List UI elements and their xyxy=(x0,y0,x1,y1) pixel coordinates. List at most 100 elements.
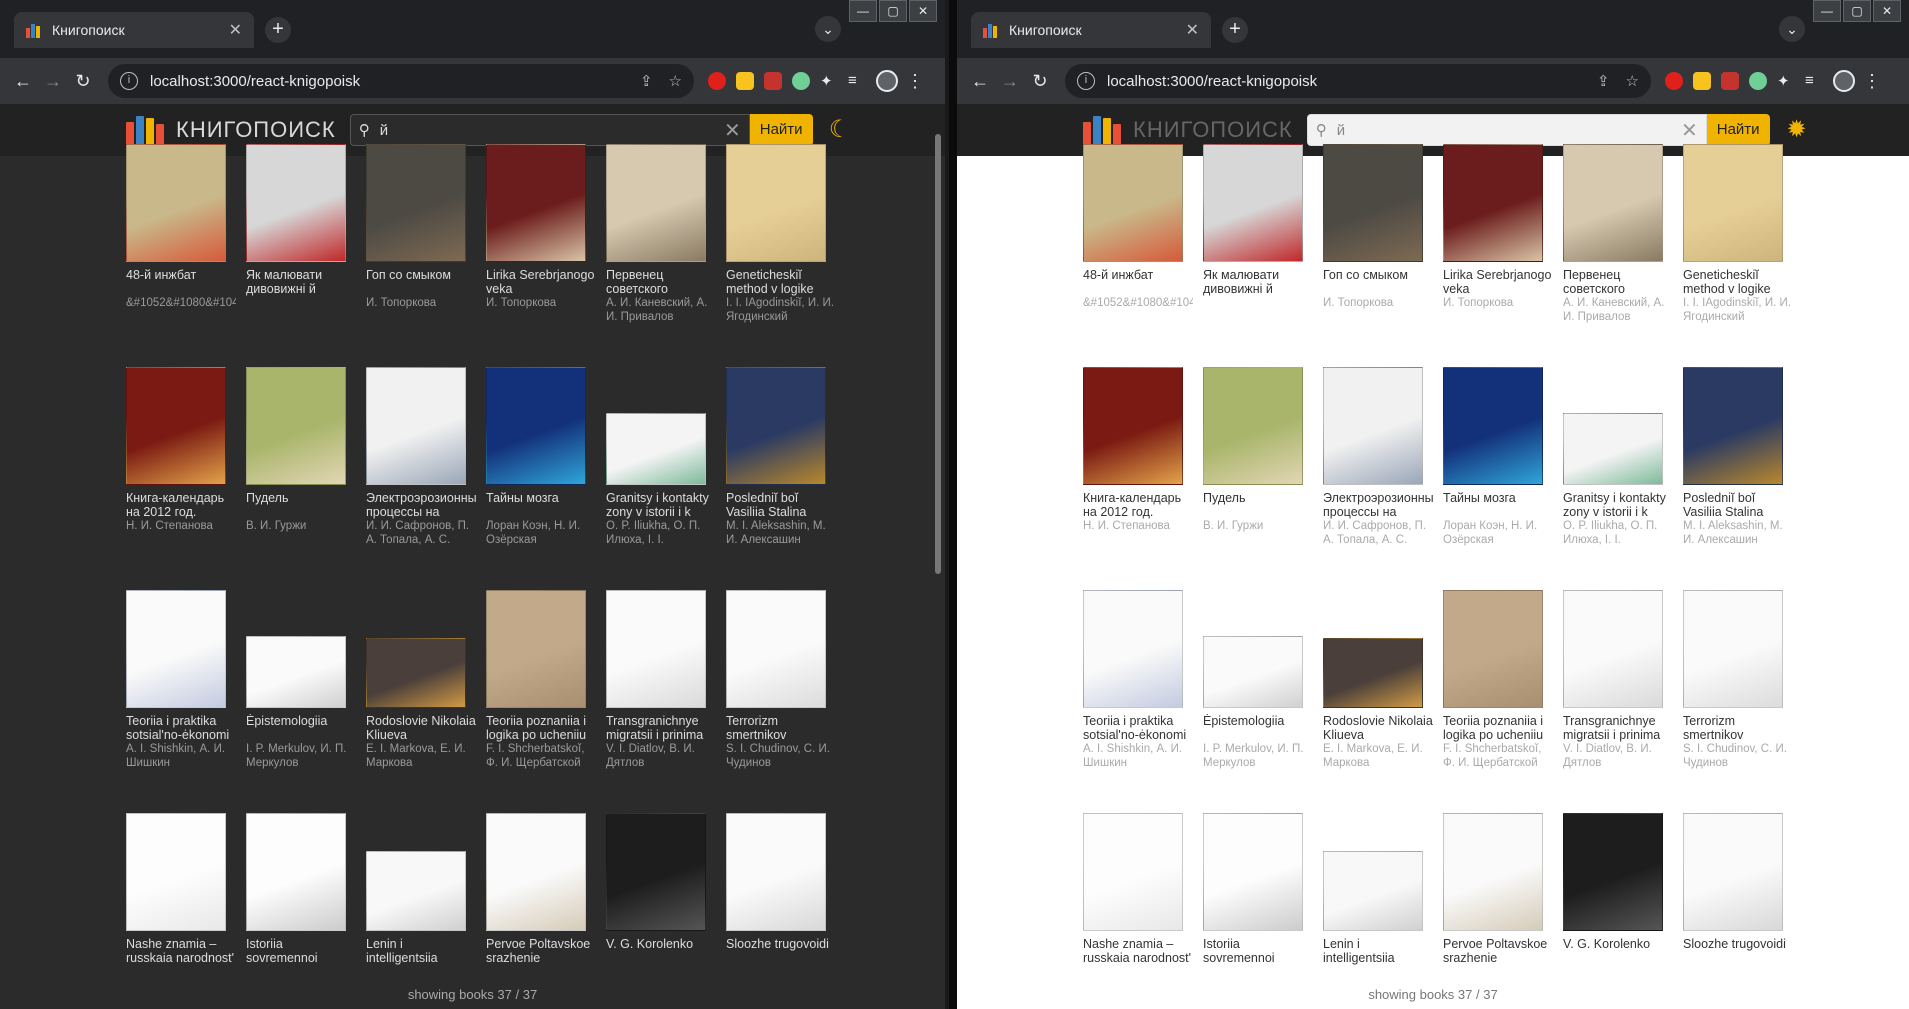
book-cover[interactable] xyxy=(246,144,346,262)
book-cover[interactable] xyxy=(726,367,826,485)
book-title[interactable]: Transgranichnye migratsii i prinima xyxy=(606,714,716,742)
book-card[interactable]: Первенец советского велостроенияА. И. Ка… xyxy=(606,144,716,359)
address-bar[interactable]: i localhost:3000/react-knigopoisk ⇪ ☆ xyxy=(1065,64,1651,98)
book-title[interactable]: Пудель xyxy=(246,491,356,519)
book-cover[interactable] xyxy=(1203,813,1303,931)
book-cover[interactable] xyxy=(1683,144,1783,262)
book-title[interactable]: Гоп со смыком xyxy=(366,268,476,296)
book-title[interactable]: Sloozhe trugovoidi xyxy=(1683,937,1793,965)
book-card[interactable]: Terrorizm smertnikov S. I. Chudinov, С. И… xyxy=(1683,590,1793,805)
book-title[interactable]: Як малювати дивовижні й надзвичайні xyxy=(1203,268,1313,296)
book-card[interactable]: Terrorizm smertnikov S. I. Chudinov, С. И… xyxy=(726,590,836,805)
book-title[interactable]: Пудель xyxy=(1203,491,1313,519)
book-cover[interactable] xyxy=(606,144,706,262)
book-card[interactable]: Teoriia poznaniia i logika po ucheniiu F.… xyxy=(486,590,596,805)
book-card[interactable]: Электроэрозионные процессы на И. И. Сафро… xyxy=(1323,367,1433,582)
book-title[interactable]: Pervoe Poltavskoe srazhenie xyxy=(486,937,596,965)
book-title[interactable]: Rodoslovie Nikolaia Kliueva xyxy=(1323,714,1433,742)
book-cover[interactable] xyxy=(1563,813,1663,931)
sun-icon[interactable]: ✹ xyxy=(1779,113,1814,147)
book-card[interactable]: Sloozhe trugovoidi xyxy=(1683,813,1793,1009)
book-card[interactable]: Istoriia sovremennoi xyxy=(246,813,356,1009)
book-title[interactable]: 48-й инжбат xyxy=(1083,268,1193,296)
address-bar[interactable]: i localhost:3000/react-knigopoisk ⇪ ☆ xyxy=(108,64,694,98)
extension-red-icon[interactable] xyxy=(764,72,782,90)
book-title[interactable]: Первенец советского велостроения xyxy=(606,268,716,296)
book-title[interactable]: Terrorizm smertnikov xyxy=(1683,714,1793,742)
book-cover[interactable] xyxy=(366,144,466,262)
reload-icon[interactable]: ↻ xyxy=(68,71,98,92)
book-title[interactable]: Teoriia poznaniia i logika po ucheniiu xyxy=(1443,714,1553,742)
forward-icon[interactable]: → xyxy=(995,71,1025,92)
book-cover[interactable] xyxy=(246,367,346,485)
book-card[interactable]: Teoriia i praktika sotsial'no-ėkonomi A. … xyxy=(126,590,236,805)
share-icon[interactable]: ⇪ xyxy=(640,72,653,90)
book-title[interactable]: Гоп со смыком xyxy=(1323,268,1433,296)
moon-icon[interactable]: ☾ xyxy=(822,113,857,147)
book-title[interactable]: Тайны мозга xyxy=(1443,491,1553,519)
book-cover[interactable] xyxy=(126,813,226,931)
book-card[interactable]: Rodoslovie Nikolaia Kliueva E. I. Markova… xyxy=(366,590,476,805)
book-card[interactable]: Posledniĭ boĭ Vasiliia Stalina M. I. Alek… xyxy=(726,367,836,582)
book-card[interactable]: Ėpistemologiia I. P. Merkulov, И. П. Мерк… xyxy=(246,590,356,805)
book-cover[interactable] xyxy=(1443,813,1543,931)
new-tab-button[interactable]: + xyxy=(1222,17,1248,43)
book-card[interactable]: Электроэрозионные процессы на И. И. Сафро… xyxy=(366,367,476,582)
book-card[interactable]: Geneticheskiĭ method v logike I. I. IAgod… xyxy=(726,144,836,359)
book-cover[interactable] xyxy=(366,851,466,931)
bookmark-star-icon[interactable]: ☆ xyxy=(1626,72,1639,90)
book-cover[interactable] xyxy=(1683,813,1783,931)
book-cover[interactable] xyxy=(1083,367,1183,485)
book-title[interactable]: Lenin i intelligentsiia xyxy=(1323,937,1433,965)
book-cover[interactable] xyxy=(1563,590,1663,708)
playlist-icon[interactable]: ≡ xyxy=(1805,72,1823,90)
book-cover[interactable] xyxy=(726,590,826,708)
book-cover[interactable] xyxy=(1203,367,1303,485)
book-cover[interactable] xyxy=(486,367,586,485)
book-card[interactable]: Lirika Serebrjanogo veka И. Топоркова xyxy=(1443,144,1553,359)
book-cover[interactable] xyxy=(1323,851,1423,931)
back-icon[interactable]: ← xyxy=(8,71,38,92)
book-card[interactable]: Як малювати дивовижні й надзвичайні xyxy=(1203,144,1313,359)
book-title[interactable]: Posledniĭ boĭ Vasiliia Stalina xyxy=(726,491,836,519)
book-cover[interactable] xyxy=(1563,144,1663,262)
book-title[interactable]: Электроэрозионные процессы на xyxy=(366,491,476,519)
book-card[interactable]: Lenin i intelligentsiia xyxy=(366,813,476,1009)
book-card[interactable]: Первенец советского велостроенияА. И. Ка… xyxy=(1563,144,1673,359)
book-title[interactable]: Geneticheskiĭ method v logike xyxy=(1683,268,1793,296)
extension-green-icon[interactable] xyxy=(1749,72,1767,90)
book-card[interactable]: Teoriia poznaniia i logika po ucheniiu F.… xyxy=(1443,590,1553,805)
book-card[interactable]: Transgranichnye migratsii i prinima V. I.… xyxy=(1563,590,1673,805)
book-cover[interactable] xyxy=(606,413,706,485)
book-title[interactable]: Teoriia i praktika sotsial'no-ėkonomi xyxy=(1083,714,1193,742)
extension-smiley-icon[interactable] xyxy=(736,72,754,90)
maximize-icon[interactable]: ▢ xyxy=(879,0,907,22)
clear-search-icon[interactable]: ✕ xyxy=(1681,118,1698,143)
book-title[interactable]: Teoriia poznaniia i logika po ucheniiu xyxy=(486,714,596,742)
book-cover[interactable] xyxy=(1083,590,1183,708)
book-cover[interactable] xyxy=(366,638,466,708)
book-title[interactable]: Rodoslovie Nikolaia Kliueva xyxy=(366,714,476,742)
book-cover[interactable] xyxy=(1443,367,1543,485)
book-title[interactable]: Книга-календарь на 2012 год. Заговоры xyxy=(126,491,236,519)
book-card[interactable]: Nashe znamia – russkaia narodnost' xyxy=(1083,813,1193,1009)
book-cover[interactable] xyxy=(1443,590,1543,708)
book-title[interactable]: Тайны мозга xyxy=(486,491,596,519)
book-title[interactable]: V. G. Korolenko xyxy=(606,937,716,965)
book-card[interactable]: Sloozhe trugovoidi xyxy=(726,813,836,1009)
close-tab-icon[interactable]: ✕ xyxy=(229,20,242,40)
book-title[interactable]: Lenin i intelligentsiia xyxy=(366,937,476,965)
book-card[interactable]: Тайны мозга Лоран Коэн, Н. И. Озёрская xyxy=(486,367,596,582)
book-cover[interactable] xyxy=(1203,636,1303,708)
minimize-icon[interactable]: — xyxy=(1813,0,1841,22)
browser-tab[interactable]: Книгопоиск ✕ xyxy=(971,12,1211,48)
back-icon[interactable]: ← xyxy=(965,71,995,92)
book-title[interactable]: Granitsy i kontakty zony v istorii i k xyxy=(606,491,716,519)
book-card[interactable]: Ėpistemologiia I. P. Merkulov, И. П. Мерк… xyxy=(1203,590,1313,805)
opera-icon[interactable] xyxy=(1665,72,1683,90)
book-cover[interactable] xyxy=(1683,367,1783,485)
book-card[interactable]: Як малювати дивовижні й надзвичайні xyxy=(246,144,356,359)
book-cover[interactable] xyxy=(366,367,466,485)
book-cover[interactable] xyxy=(606,813,706,931)
book-title[interactable]: Lirika Serebrjanogo veka xyxy=(1443,268,1553,296)
